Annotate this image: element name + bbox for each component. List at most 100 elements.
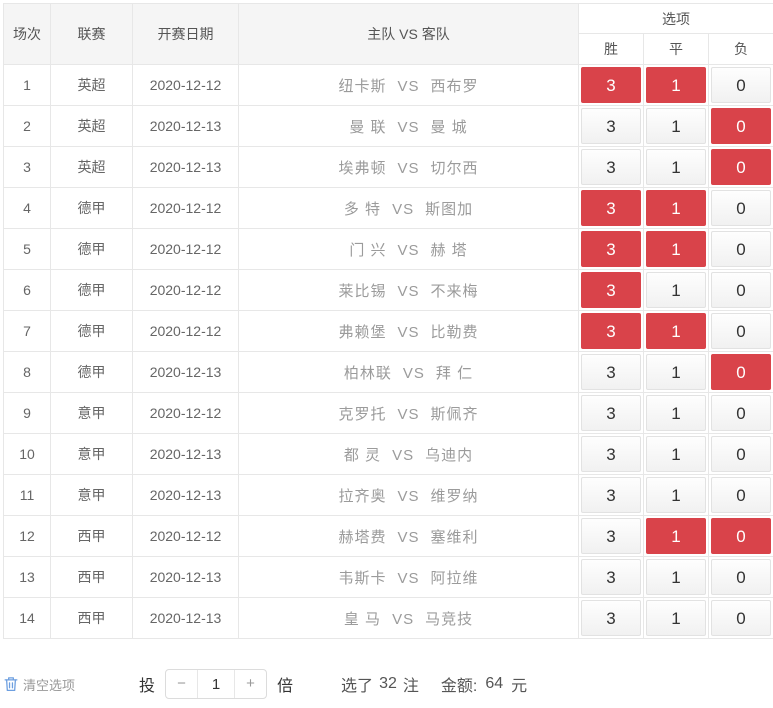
option-draw-button[interactable]: 1 (646, 231, 706, 267)
league-cell: 德甲 (51, 270, 133, 311)
teams-cell: 赫塔费VS塞维利 (239, 516, 579, 557)
option-win-cell: 3 (579, 270, 644, 311)
match-date-cell: 2020-12-12 (133, 188, 239, 229)
vs-label: VS (397, 283, 419, 300)
match-number-cell: 4 (4, 188, 51, 229)
option-draw-button[interactable]: 1 (646, 477, 706, 513)
bet-summary: 选了 32 注 金额: 64 元 (341, 672, 527, 696)
option-lose-button[interactable]: 0 (711, 395, 771, 431)
multiplier-group: 投 − + 倍 (139, 669, 293, 699)
match-row: 7德甲2020-12-12弗赖堡VS比勒费310 (4, 311, 773, 352)
option-win-cell: 3 (579, 557, 644, 598)
vs-label: VS (397, 78, 419, 95)
multiplier-minus-button[interactable]: − (166, 670, 197, 698)
multiplier-plus-button[interactable]: + (235, 670, 266, 698)
option-win-cell: 3 (579, 106, 644, 147)
home-team: 曼 联 (349, 119, 386, 136)
option-win-cell: 3 (579, 393, 644, 434)
option-lose-cell: 0 (709, 147, 773, 188)
option-lose-button[interactable]: 0 (711, 149, 771, 185)
match-row: 3英超2020-12-13埃弗顿VS切尔西310 (4, 147, 773, 188)
option-lose-button[interactable]: 0 (711, 477, 771, 513)
option-lose-cell: 0 (709, 475, 773, 516)
option-lose-button[interactable]: 0 (711, 231, 771, 267)
match-date-cell: 2020-12-12 (133, 229, 239, 270)
option-lose-button[interactable]: 0 (711, 108, 771, 144)
trash-icon (4, 676, 18, 692)
home-team: 莱比锡 (338, 283, 386, 300)
league-cell: 英超 (51, 106, 133, 147)
option-lose-cell: 0 (709, 229, 773, 270)
option-win-button[interactable]: 3 (581, 272, 641, 308)
option-draw-button[interactable]: 1 (646, 559, 706, 595)
teams-cell: 门 兴VS赫 塔 (239, 229, 579, 270)
clear-options-button[interactable]: 清空选项 (4, 675, 75, 694)
league-cell: 德甲 (51, 352, 133, 393)
away-team: 拜 仁 (436, 365, 473, 382)
match-number-cell: 13 (4, 557, 51, 598)
option-lose-cell: 0 (709, 557, 773, 598)
teams-cell: 纽卡斯VS西布罗 (239, 65, 579, 106)
match-number-cell: 9 (4, 393, 51, 434)
option-win-button[interactable]: 3 (581, 600, 641, 636)
option-draw-button[interactable]: 1 (646, 436, 706, 472)
option-win-button[interactable]: 3 (581, 108, 641, 144)
league-cell: 西甲 (51, 516, 133, 557)
option-win-button[interactable]: 3 (581, 149, 641, 185)
option-lose-button[interactable]: 0 (711, 354, 771, 390)
home-team: 皇 马 (344, 611, 381, 628)
option-draw-cell: 1 (644, 516, 709, 557)
option-draw-cell: 1 (644, 393, 709, 434)
option-win-button[interactable]: 3 (581, 190, 641, 226)
header-teams: 主队 VS 客队 (239, 4, 579, 65)
league-cell: 英超 (51, 147, 133, 188)
header-win: 胜 (579, 34, 644, 65)
option-win-button[interactable]: 3 (581, 67, 641, 103)
option-lose-button[interactable]: 0 (711, 67, 771, 103)
option-draw-button[interactable]: 1 (646, 354, 706, 390)
option-lose-cell: 0 (709, 270, 773, 311)
option-win-button[interactable]: 3 (581, 354, 641, 390)
option-win-button[interactable]: 3 (581, 231, 641, 267)
option-win-cell: 3 (579, 147, 644, 188)
away-team: 斯图加 (425, 201, 473, 218)
amount-unit-label: 元 (511, 672, 527, 696)
option-lose-cell: 0 (709, 516, 773, 557)
option-draw-button[interactable]: 1 (646, 313, 706, 349)
option-win-button[interactable]: 3 (581, 313, 641, 349)
vs-label: VS (397, 119, 419, 136)
multiplier-input[interactable] (197, 670, 235, 698)
option-draw-button[interactable]: 1 (646, 395, 706, 431)
match-row: 4德甲2020-12-12多 特VS斯图加310 (4, 188, 773, 229)
option-draw-cell: 1 (644, 434, 709, 475)
option-win-button[interactable]: 3 (581, 436, 641, 472)
option-draw-button[interactable]: 1 (646, 149, 706, 185)
option-lose-button[interactable]: 0 (711, 190, 771, 226)
teams-cell: 克罗托VS斯佩齐 (239, 393, 579, 434)
option-draw-button[interactable]: 1 (646, 67, 706, 103)
option-lose-button[interactable]: 0 (711, 518, 771, 554)
option-lose-button[interactable]: 0 (711, 313, 771, 349)
option-draw-button[interactable]: 1 (646, 600, 706, 636)
option-win-button[interactable]: 3 (581, 518, 641, 554)
vs-label: VS (397, 242, 419, 259)
match-row: 14西甲2020-12-13皇 马VS马竞技310 (4, 598, 773, 639)
option-draw-button[interactable]: 1 (646, 108, 706, 144)
match-date-cell: 2020-12-13 (133, 475, 239, 516)
teams-cell: 柏林联VS拜 仁 (239, 352, 579, 393)
option-win-cell: 3 (579, 229, 644, 270)
option-win-button[interactable]: 3 (581, 395, 641, 431)
option-draw-button[interactable]: 1 (646, 518, 706, 554)
option-win-button[interactable]: 3 (581, 559, 641, 595)
option-lose-button[interactable]: 0 (711, 272, 771, 308)
option-draw-button[interactable]: 1 (646, 190, 706, 226)
option-lose-button[interactable]: 0 (711, 600, 771, 636)
teams-cell: 莱比锡VS不来梅 (239, 270, 579, 311)
match-number-cell: 2 (4, 106, 51, 147)
option-draw-cell: 1 (644, 106, 709, 147)
option-lose-button[interactable]: 0 (711, 559, 771, 595)
option-win-button[interactable]: 3 (581, 477, 641, 513)
option-draw-button[interactable]: 1 (646, 272, 706, 308)
match-date-cell: 2020-12-12 (133, 65, 239, 106)
option-lose-button[interactable]: 0 (711, 436, 771, 472)
